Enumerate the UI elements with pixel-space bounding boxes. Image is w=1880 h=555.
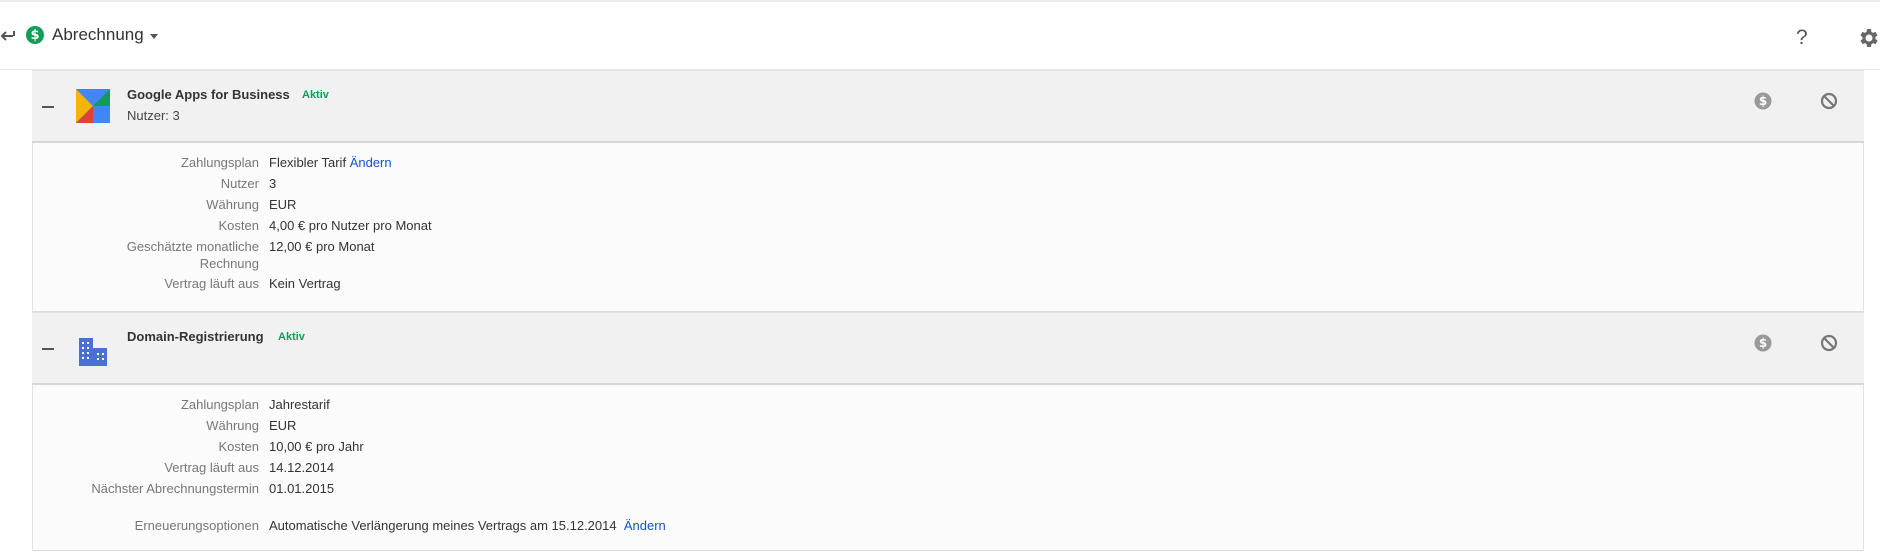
help-icon[interactable]: ? (1796, 26, 1808, 50)
detail-value: EUR (269, 418, 297, 433)
detail-label: Nutzer (220, 176, 259, 191)
gear-icon[interactable] (1856, 26, 1880, 50)
arrow-back-icon[interactable] (0, 26, 18, 46)
google-apps-icon (76, 89, 110, 123)
section-title-dropdown[interactable]: $ Abrechnung (26, 25, 158, 45)
product-header: Google Apps for Business Aktiv Nutzer: 3… (32, 70, 1864, 143)
svg-text:$: $ (1759, 94, 1767, 108)
detail-value: Flexibler Tarif Ändern (269, 155, 392, 170)
detail-label: Vertrag läuft aus (164, 460, 259, 475)
detail-value: 01.01.2015 (269, 481, 335, 496)
detail-value: EUR (269, 197, 297, 212)
status-badge: Aktiv (302, 89, 329, 101)
status-badge: Aktiv (278, 331, 305, 343)
detail-label: Währung (206, 418, 259, 433)
detail-value: Automatische Verlängerung meines Vertrag… (269, 518, 666, 533)
change-renewal-link[interactable]: Ändern (624, 518, 666, 533)
product-details: Zahlungsplan Flexibler Tarif Ändern Nutz… (32, 143, 1864, 312)
chevron-down-icon (149, 33, 158, 39)
detail-value: Jahrestarif (269, 397, 330, 412)
detail-label: Geschätzte monatliche Rechnung (126, 239, 259, 271)
detail-value: 10,00 € pro Jahr (269, 439, 364, 454)
detail-label: Kosten (218, 218, 259, 233)
product-header: Domain-Registrierung Aktiv $ (32, 312, 1864, 385)
collapse-icon[interactable] (42, 106, 54, 108)
domain-building-icon (79, 338, 107, 366)
detail-value: 4,00 € pro Nutzer pro Monat (269, 218, 432, 233)
dollar-action-icon[interactable]: $ (1754, 92, 1772, 110)
product-name: Domain-Registrierung (127, 329, 264, 344)
cancel-icon[interactable] (1820, 334, 1838, 352)
page-title: Abrechnung (52, 25, 144, 44)
detail-label: Zahlungsplan (180, 155, 259, 170)
product-name: Google Apps for Business (127, 87, 290, 102)
change-plan-link[interactable]: Ändern (350, 155, 392, 170)
top-bar: $ Abrechnung ? (0, 0, 1880, 70)
collapse-icon[interactable] (42, 348, 54, 350)
detail-value: 3 (269, 176, 277, 191)
detail-label: Nächster Abrechnungstermin (91, 481, 259, 496)
detail-label: Kosten (218, 439, 259, 454)
detail-value: Kein Vertrag (269, 276, 341, 291)
detail-label: Währung (206, 197, 259, 212)
detail-label: Zahlungsplan (180, 397, 259, 412)
cancel-icon[interactable] (1820, 92, 1838, 110)
product-details: Zahlungsplan Jahrestarif Währung EUR Kos… (32, 385, 1864, 551)
detail-label: Erneuerungsoptionen (134, 518, 259, 533)
detail-label: Vertrag läuft aus (164, 276, 259, 291)
users-summary: Nutzer: 3 (127, 108, 180, 123)
dollar-action-icon[interactable]: $ (1754, 334, 1772, 352)
detail-value: 14.12.2014 (269, 460, 335, 475)
detail-value: 12,00 € pro Monat (269, 239, 375, 254)
dollar-circle-icon: $ (26, 26, 44, 44)
svg-text:$: $ (1759, 336, 1767, 350)
